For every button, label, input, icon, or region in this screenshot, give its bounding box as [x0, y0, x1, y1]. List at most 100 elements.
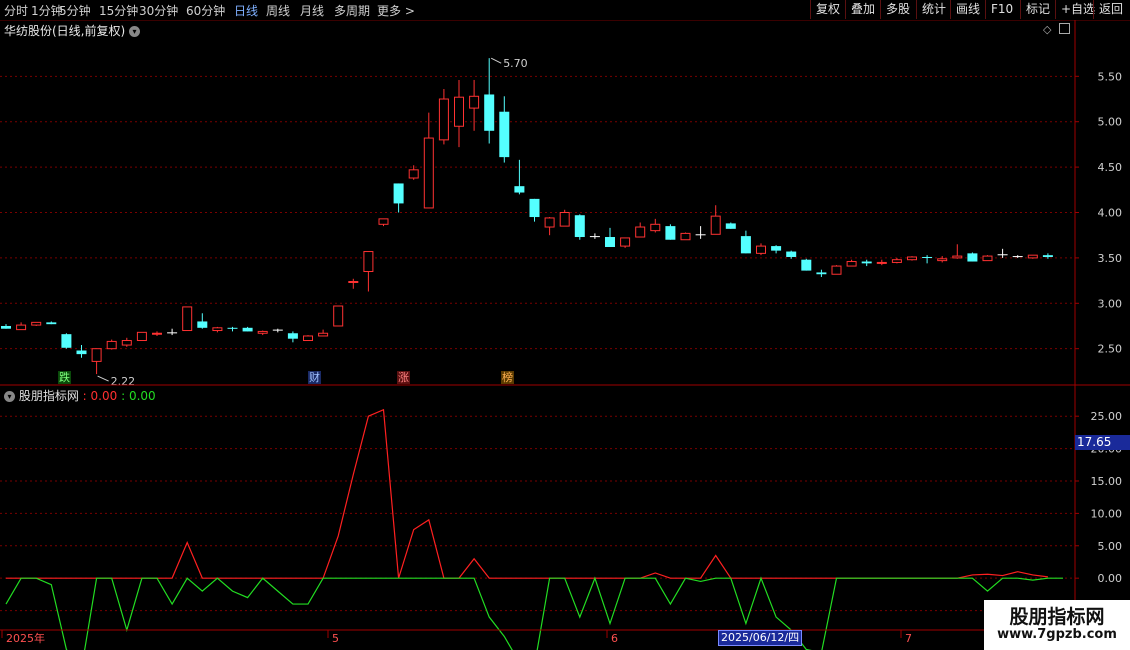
candle-body — [605, 237, 615, 247]
badge-rise[interactable]: 涨 — [397, 371, 410, 384]
candle[interactable] — [499, 96, 510, 163]
candle[interactable] — [61, 333, 72, 349]
candle[interactable] — [242, 326, 253, 332]
candle[interactable] — [861, 259, 872, 267]
candle[interactable] — [76, 345, 87, 358]
candle[interactable] — [891, 257, 902, 264]
candle[interactable] — [529, 198, 540, 222]
candle[interactable] — [136, 331, 147, 342]
candle[interactable] — [997, 248, 1008, 258]
candle[interactable] — [710, 205, 721, 235]
candle[interactable] — [212, 326, 223, 333]
candle[interactable] — [635, 222, 646, 238]
candle[interactable] — [574, 214, 585, 240]
candle[interactable] — [46, 321, 57, 325]
candle[interactable] — [31, 321, 42, 326]
candle[interactable] — [876, 259, 887, 266]
price-tick-label: 3.50 — [1098, 252, 1123, 265]
indicator-tick-label: 0.00 — [1098, 572, 1123, 585]
candle[interactable] — [801, 258, 812, 271]
candle[interactable] — [484, 58, 495, 144]
candle[interactable] — [106, 339, 117, 350]
candle[interactable] — [831, 265, 842, 275]
candle[interactable] — [982, 255, 993, 262]
candle[interactable] — [454, 79, 464, 148]
price-tick-label: 5.50 — [1098, 70, 1123, 83]
candle[interactable] — [756, 243, 766, 256]
candle-body — [76, 350, 87, 355]
candle[interactable] — [620, 237, 631, 248]
stock-title: 华纺股份(日线,前复权) — [4, 24, 126, 38]
candle[interactable] — [423, 112, 434, 209]
candle[interactable] — [182, 306, 193, 332]
candle[interactable] — [589, 233, 600, 239]
indicator-title: ▾ 股朋指标网 : 0.00 : 0.00 — [4, 387, 156, 404]
candle[interactable] — [197, 313, 208, 329]
candle[interactable] — [680, 232, 691, 241]
candle-body — [136, 331, 147, 342]
candle[interactable] — [559, 209, 570, 227]
chevron-down-icon[interactable]: ▾ — [4, 391, 15, 402]
candle-body — [167, 332, 178, 334]
candle[interactable] — [937, 256, 948, 263]
candle-body — [725, 223, 736, 229]
candle[interactable] — [348, 278, 359, 289]
badge-rank[interactable]: 榜 — [501, 371, 514, 384]
candle[interactable] — [469, 79, 480, 131]
candle[interactable] — [786, 250, 797, 259]
candle[interactable] — [725, 222, 736, 229]
candle[interactable] — [272, 328, 283, 333]
candle[interactable] — [846, 259, 857, 267]
candle-body — [574, 215, 585, 238]
candle[interactable] — [907, 256, 917, 261]
candle[interactable] — [227, 326, 238, 332]
candle-body — [650, 223, 661, 232]
watermark: 股朋指标网 www.7gpzb.com — [984, 600, 1130, 650]
candle[interactable] — [333, 305, 344, 327]
candle[interactable] — [318, 329, 329, 337]
candle[interactable] — [378, 218, 389, 227]
candle[interactable] — [544, 217, 555, 236]
candle[interactable] — [665, 224, 676, 240]
chevron-down-icon[interactable]: ▾ — [129, 26, 141, 37]
candle[interactable] — [363, 251, 374, 292]
candle[interactable] — [393, 183, 404, 213]
candle[interactable] — [257, 330, 268, 336]
candle[interactable] — [771, 245, 782, 254]
candle[interactable] — [167, 328, 178, 336]
candle[interactable] — [816, 269, 827, 277]
candle[interactable] — [303, 335, 313, 342]
candle[interactable] — [952, 244, 963, 259]
panel-toggle-icon[interactable] — [1058, 23, 1070, 34]
price-chart[interactable]: 5.505.004.504.003.503.002.50 25.0020.001… — [0, 0, 1130, 650]
candle-body — [937, 258, 948, 262]
badge-finance[interactable]: 财 — [308, 371, 321, 384]
candle[interactable] — [967, 252, 978, 262]
diamond-icon[interactable]: ◇ — [1043, 23, 1051, 36]
candle[interactable] — [16, 322, 27, 331]
candle[interactable] — [152, 331, 162, 336]
indicator-lines — [5, 408, 1063, 650]
candle[interactable] — [695, 226, 706, 239]
candle[interactable] — [1027, 254, 1038, 259]
candle[interactable] — [91, 348, 102, 375]
time-label: 6 — [611, 632, 618, 645]
candle[interactable] — [605, 227, 615, 247]
candle-body — [846, 261, 857, 267]
cursor-value-tag: 17.65 — [1075, 435, 1130, 450]
candle[interactable] — [1, 324, 11, 329]
candle[interactable] — [650, 218, 661, 233]
candle-body — [680, 232, 691, 241]
candle[interactable] — [438, 89, 449, 145]
candle[interactable] — [287, 331, 298, 343]
candle-body — [771, 246, 782, 251]
candle-body — [469, 95, 480, 109]
candle[interactable] — [121, 337, 132, 347]
badge-fall[interactable]: 跌 — [58, 371, 71, 384]
candle[interactable] — [514, 159, 525, 195]
price-tick-label: 4.00 — [1098, 207, 1123, 220]
candle-body — [227, 327, 238, 329]
candle[interactable] — [922, 255, 933, 264]
cursor-date-tag: 2025/06/12/四 — [718, 630, 803, 646]
candle[interactable] — [740, 230, 751, 254]
